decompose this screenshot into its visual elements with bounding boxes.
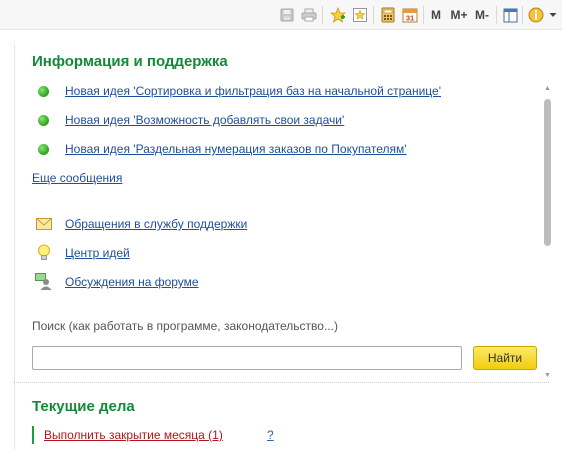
memory-button[interactable]: M	[429, 5, 443, 25]
top-toolbar: 31 M M+ M-	[0, 0, 562, 30]
section-divider	[14, 382, 549, 383]
toolbar-separator	[496, 6, 497, 24]
task-help-link[interactable]: ?	[267, 428, 274, 442]
ideas-center-link[interactable]: Центр идей	[65, 246, 130, 260]
memory-minus-button[interactable]: M-	[472, 5, 492, 25]
scroll-up-icon[interactable]: ▲	[543, 85, 552, 93]
save-icon[interactable]	[278, 5, 296, 25]
forum-users-icon	[34, 273, 54, 291]
green-dot-icon	[38, 114, 49, 126]
news-item: Новая идея 'Возможность добавлять свои з…	[38, 113, 344, 127]
news-link[interactable]: Новая идея 'Сортировка и фильтрация баз …	[65, 84, 441, 98]
lightbulb-icon	[34, 244, 54, 262]
toolbar-separator	[522, 6, 523, 24]
memory-plus-button[interactable]: M+	[449, 5, 469, 25]
add-favorite-icon[interactable]	[329, 5, 347, 25]
info-section-title: Информация и поддержка	[32, 53, 228, 70]
calculator-icon[interactable]	[379, 5, 397, 25]
search-label: Поиск (как работать в программе, законод…	[32, 319, 338, 333]
news-link[interactable]: Новая идея 'Раздельная нумерация заказов…	[65, 142, 407, 156]
calendar-day-text: 31	[406, 14, 414, 23]
support-item: Центр идей	[34, 244, 130, 262]
layout-icon[interactable]	[501, 5, 519, 25]
green-dot-icon	[38, 143, 49, 155]
support-requests-link[interactable]: Обращения в службу поддержки	[65, 217, 247, 231]
favorites-icon[interactable]	[351, 5, 369, 25]
green-dot-icon	[38, 85, 49, 97]
toolbar-separator	[423, 6, 424, 24]
more-messages-link[interactable]: Еще сообщения	[32, 171, 122, 185]
calendar-icon[interactable]: 31	[401, 5, 419, 25]
news-item: Новая идея 'Раздельная нумерация заказов…	[38, 142, 407, 156]
toolbar-separator	[373, 6, 374, 24]
scroll-down-icon[interactable]: ▼	[543, 372, 552, 380]
envelope-icon	[34, 215, 54, 233]
support-item: Обращения в службу поддержки	[34, 215, 247, 233]
scroll-thumb[interactable]	[544, 99, 551, 246]
task-marker	[32, 426, 34, 444]
news-link[interactable]: Новая идея 'Возможность добавлять свои з…	[65, 113, 344, 127]
tasks-section-title: Текущие дела	[32, 398, 135, 415]
forum-link[interactable]: Обсуждения на форуме	[65, 275, 199, 289]
vertical-scrollbar[interactable]: ▲ ▼	[543, 85, 552, 380]
print-icon[interactable]	[300, 5, 318, 25]
find-button[interactable]: Найти	[473, 346, 537, 370]
news-item: Новая идея 'Сортировка и фильтрация баз …	[38, 84, 441, 98]
task-link[interactable]: Выполнить закрытие месяца (1)	[44, 428, 223, 442]
toolbar-separator	[322, 6, 323, 24]
chevron-down-icon[interactable]	[548, 5, 558, 25]
info-icon[interactable]	[527, 5, 545, 25]
search-input[interactable]	[32, 346, 462, 370]
support-item: Обсуждения на форуме	[34, 273, 199, 291]
